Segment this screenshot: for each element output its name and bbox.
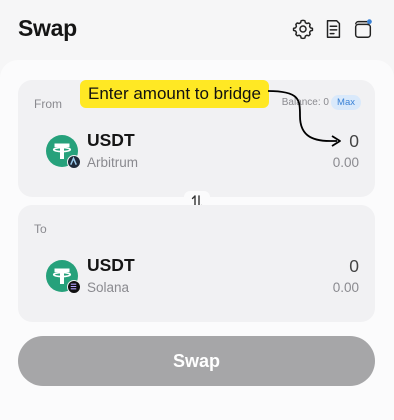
balance-text: Balance: 0 [281, 97, 329, 108]
from-amount-input[interactable]: 0 [349, 131, 359, 152]
from-usd-value: 0.00 [332, 155, 359, 170]
annotation-tooltip: Enter amount to bridge [80, 80, 269, 108]
from-label: From [34, 97, 62, 111]
swap-button[interactable]: Swap [18, 336, 375, 386]
arbitrum-chain-icon [67, 155, 81, 169]
to-label: To [34, 222, 47, 236]
to-card: To USDT Solana 0 0.00 [18, 205, 375, 322]
solana-chain-icon [67, 280, 81, 294]
to-usd-value: 0.00 [332, 280, 359, 295]
from-token-chain: Arbitrum [87, 155, 139, 170]
to-token-symbol[interactable]: USDT [87, 255, 135, 276]
header: Swap [0, 0, 394, 58]
page-title: Swap [18, 15, 77, 41]
to-token-chain: Solana [87, 280, 130, 295]
max-button[interactable]: Max [331, 95, 361, 110]
gear-icon[interactable] [292, 18, 314, 40]
wallet-icon[interactable] [352, 18, 374, 40]
from-token-symbol[interactable]: USDT [87, 130, 135, 151]
history-icon[interactable] [322, 18, 344, 40]
to-amount: 0 [349, 256, 359, 276]
